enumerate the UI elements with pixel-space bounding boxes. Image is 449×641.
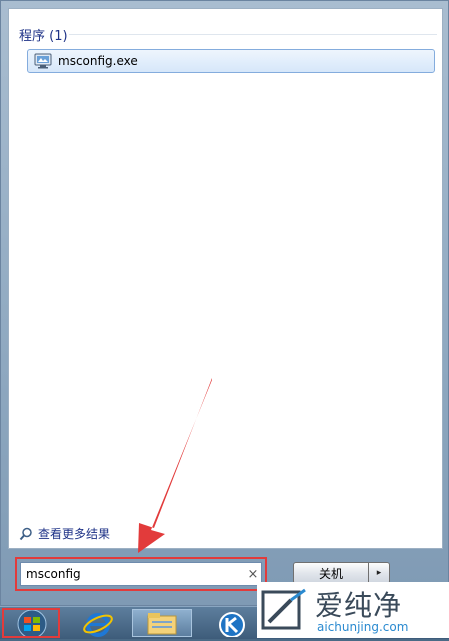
result-item-msconfig[interactable]: msconfig.exe bbox=[27, 49, 435, 73]
shutdown-options-arrow-icon[interactable]: ▸ bbox=[369, 562, 390, 584]
search-input[interactable] bbox=[21, 566, 245, 582]
see-more-label: 查看更多结果 bbox=[38, 527, 111, 541]
shutdown-button[interactable]: 关机 bbox=[293, 562, 369, 584]
start-menu: 程序 (1) msconfig.exe 查看更多结果 msconfig × 关机… bbox=[0, 0, 449, 606]
msconfig-app-icon bbox=[34, 53, 52, 69]
taskbar-explorer-button[interactable] bbox=[132, 609, 192, 637]
search-icon bbox=[19, 527, 33, 541]
shutdown-group: 关机 ▸ bbox=[293, 562, 390, 584]
watermark-url: aichunjing.com bbox=[317, 620, 409, 634]
search-results-pane: 程序 (1) msconfig.exe 查看更多结果 bbox=[8, 8, 443, 549]
taskbar-k-app-button[interactable] bbox=[206, 609, 258, 638]
file-explorer-icon bbox=[147, 613, 177, 635]
section-divider bbox=[69, 34, 437, 35]
taskbar-ie-button[interactable] bbox=[72, 609, 124, 637]
watermark: 爱纯净 aichunjing.com bbox=[257, 582, 449, 638]
watermark-logo-icon bbox=[261, 588, 306, 630]
see-more-results-link[interactable]: 查看更多结果 bbox=[19, 525, 110, 542]
search-box[interactable]: × bbox=[20, 562, 262, 586]
clear-search-icon[interactable]: × bbox=[245, 567, 261, 582]
watermark-brand: 爱纯净 bbox=[315, 589, 403, 622]
k-app-icon bbox=[219, 612, 245, 638]
programs-section-header: 程序 (1) bbox=[19, 29, 68, 44]
result-item-label: msconfig.exe bbox=[58, 54, 138, 68]
internet-explorer-icon bbox=[83, 613, 113, 637]
start-annotation-box bbox=[2, 608, 60, 638]
